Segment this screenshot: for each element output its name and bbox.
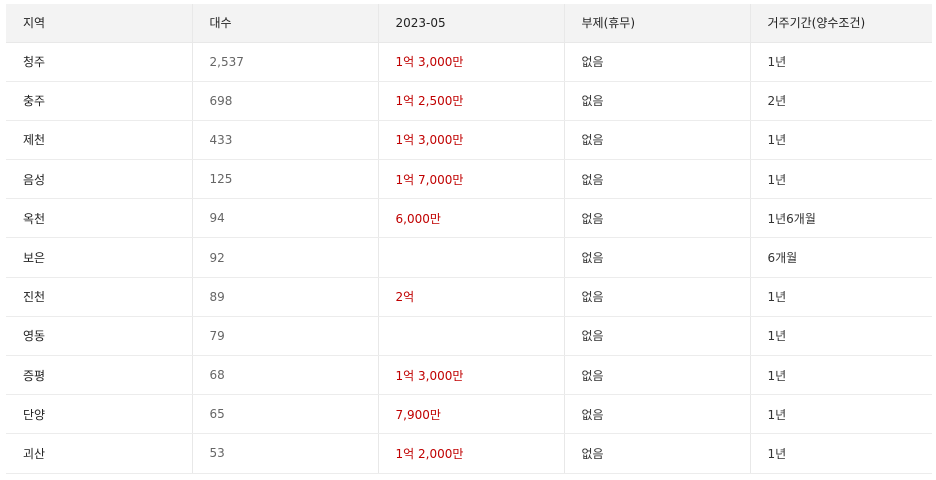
cell-region: 제천 [6, 120, 192, 161]
cell-residence: 1년 [749, 159, 932, 200]
cell-vacation: 없음 [563, 355, 750, 396]
cell-count: 2,537 [191, 42, 378, 82]
cell-region: 보은 [6, 237, 192, 278]
cell-residence: 1년 [749, 277, 932, 317]
cell-vacation: 없음 [563, 316, 750, 357]
cell-count: 89 [191, 277, 378, 317]
cell-price: 1억 2,000만 [377, 433, 564, 474]
cell-price: 1억 3,000만 [377, 120, 564, 161]
cell-vacation: 없음 [563, 237, 750, 278]
cell-count: 68 [191, 355, 378, 396]
cell-region: 청주 [6, 42, 192, 82]
cell-price: 2억 [377, 277, 564, 317]
table-row: 충주 698 1억 2,500만 없음 2년 [6, 81, 932, 121]
cell-residence: 1년 [749, 316, 932, 357]
cell-region: 진천 [6, 277, 192, 317]
header-count: 대수 [191, 4, 378, 43]
cell-vacation: 없음 [563, 81, 750, 121]
cell-region: 음성 [6, 159, 192, 200]
cell-vacation: 없음 [563, 433, 750, 474]
table-body: 청주 2,537 1억 3,000만 없음 1년 충주 698 1억 2,500… [6, 42, 932, 474]
cell-count: 92 [191, 237, 378, 278]
cell-vacation: 없음 [563, 120, 750, 161]
cell-price: 1억 2,500만 [377, 81, 564, 121]
header-region: 지역 [6, 4, 192, 43]
cell-count: 433 [191, 120, 378, 161]
cell-residence: 1년 [749, 433, 932, 474]
cell-vacation: 없음 [563, 159, 750, 200]
table-header: 지역 대수 2023-05 부제(휴무) 거주기간(양수조건) [6, 4, 932, 43]
table-row: 옥천 94 6,000만 없음 1년6개월 [6, 198, 932, 239]
cell-price [377, 237, 564, 278]
taxi-license-table-container: 지역 대수 2023-05 부제(휴무) 거주기간(양수조건) 청주 2,537… [6, 4, 932, 474]
cell-region: 단양 [6, 394, 192, 435]
table-row: 제천 433 1억 3,000만 없음 1년 [6, 120, 932, 161]
cell-residence: 1년 [749, 42, 932, 82]
cell-vacation: 없음 [563, 394, 750, 435]
header-vacation: 부제(휴무) [563, 4, 750, 43]
cell-region: 충주 [6, 81, 192, 121]
cell-price: 1억 7,000만 [377, 159, 564, 200]
cell-count: 94 [191, 198, 378, 239]
cell-residence: 2년 [749, 81, 932, 121]
table-row: 진천 89 2억 없음 1년 [6, 277, 932, 317]
cell-count: 65 [191, 394, 378, 435]
table-row: 증평 68 1억 3,000만 없음 1년 [6, 355, 932, 396]
cell-vacation: 없음 [563, 42, 750, 82]
cell-residence: 1년 [749, 120, 932, 161]
cell-residence: 1년 [749, 355, 932, 396]
cell-region: 옥천 [6, 198, 192, 239]
table-row: 영동 79 없음 1년 [6, 316, 932, 357]
table-row: 보은 92 없음 6개월 [6, 237, 932, 278]
header-price-date: 2023-05 [377, 4, 564, 43]
cell-price: 1억 3,000만 [377, 355, 564, 396]
cell-price: 1억 3,000만 [377, 42, 564, 82]
header-residence: 거주기간(양수조건) [749, 4, 932, 43]
taxi-license-table: 지역 대수 2023-05 부제(휴무) 거주기간(양수조건) 청주 2,537… [6, 4, 932, 474]
cell-vacation: 없음 [563, 277, 750, 317]
cell-count: 53 [191, 433, 378, 474]
cell-price: 6,000만 [377, 198, 564, 239]
cell-vacation: 없음 [563, 198, 750, 239]
table-row: 단양 65 7,900만 없음 1년 [6, 394, 932, 435]
cell-residence: 6개월 [749, 237, 932, 278]
cell-count: 698 [191, 81, 378, 121]
cell-count: 79 [191, 316, 378, 357]
cell-region: 괴산 [6, 433, 192, 474]
cell-price [377, 316, 564, 357]
cell-price: 7,900만 [377, 394, 564, 435]
cell-residence: 1년 [749, 394, 932, 435]
cell-residence: 1년6개월 [749, 198, 932, 239]
table-row: 음성 125 1억 7,000만 없음 1년 [6, 159, 932, 200]
cell-count: 125 [191, 159, 378, 200]
table-row: 청주 2,537 1억 3,000만 없음 1년 [6, 42, 932, 82]
cell-region: 증평 [6, 355, 192, 396]
table-header-row: 지역 대수 2023-05 부제(휴무) 거주기간(양수조건) [6, 4, 932, 43]
cell-region: 영동 [6, 316, 192, 357]
table-row: 괴산 53 1억 2,000만 없음 1년 [6, 433, 932, 474]
